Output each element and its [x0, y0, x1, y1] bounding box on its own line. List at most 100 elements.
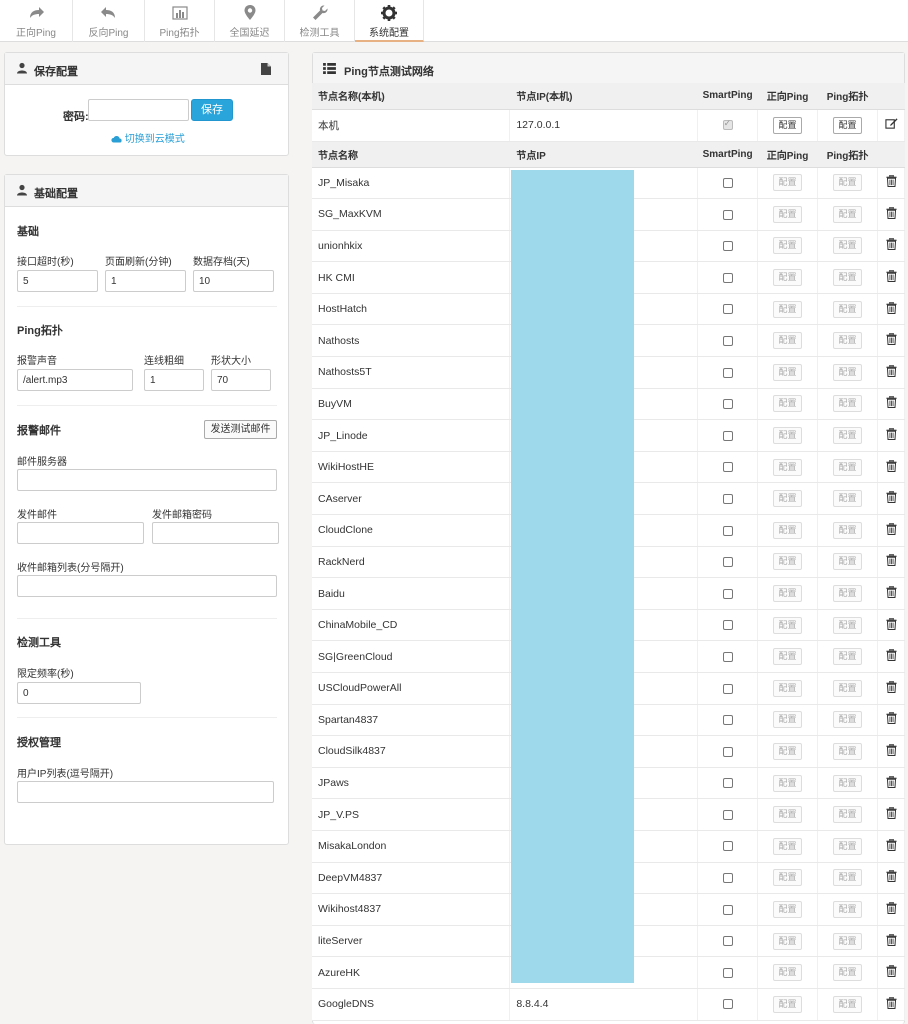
topology-config-button[interactable]: 配置 [833, 995, 863, 1013]
smartping-checkbox[interactable] [722, 430, 733, 441]
forward-ping-config-button[interactable]: 配置 [773, 116, 803, 134]
trash-icon[interactable] [885, 206, 897, 219]
edit-icon[interactable] [884, 117, 898, 130]
smartping-checkbox[interactable] [722, 778, 733, 789]
topology-config-button[interactable]: 配置 [833, 679, 863, 697]
tab-ping-topology[interactable]: Ping拓扑 [145, 0, 215, 42]
forward-ping-config-button[interactable]: 配置 [773, 964, 803, 982]
topology-config-button[interactable]: 配置 [833, 300, 863, 318]
smartping-checkbox[interactable] [722, 841, 733, 852]
smartping-checkbox[interactable] [722, 873, 733, 884]
smartping-checkbox[interactable] [722, 557, 733, 568]
trash-icon[interactable] [885, 364, 897, 377]
forward-ping-config-button[interactable]: 配置 [773, 900, 803, 918]
smartping-checkbox[interactable] [722, 620, 733, 631]
forward-ping-config-button[interactable]: 配置 [773, 553, 803, 571]
forward-ping-config-button[interactable]: 配置 [773, 332, 803, 350]
cloud-mode-link[interactable]: 切换到云模式 [111, 130, 185, 145]
topology-config-button[interactable]: 配置 [833, 900, 863, 918]
refresh-input[interactable] [105, 270, 186, 292]
forward-ping-config-button[interactable]: 配置 [773, 363, 803, 381]
trash-icon[interactable] [885, 712, 897, 725]
topology-config-button[interactable]: 配置 [833, 585, 863, 603]
topology-config-button[interactable]: 配置 [833, 427, 863, 445]
tab-forward-ping[interactable]: 正向Ping [0, 0, 73, 42]
trash-icon[interactable] [885, 775, 897, 788]
alert-sound-input[interactable] [17, 369, 133, 391]
forward-ping-config-button[interactable]: 配置 [773, 837, 803, 855]
trash-icon[interactable] [885, 870, 897, 883]
smartping-checkbox[interactable] [722, 462, 733, 473]
rate-limit-input[interactable] [17, 682, 141, 704]
forward-ping-config-button[interactable]: 配置 [773, 585, 803, 603]
line-width-input[interactable] [144, 369, 204, 391]
trash-icon[interactable] [885, 807, 897, 820]
forward-ping-config-button[interactable]: 配置 [773, 648, 803, 666]
trash-icon[interactable] [885, 175, 897, 188]
trash-icon[interactable] [885, 838, 897, 851]
forward-ping-config-button[interactable]: 配置 [773, 932, 803, 950]
tab-system-config[interactable]: 系统配置 [355, 0, 424, 42]
smartping-checkbox[interactable] [722, 809, 733, 820]
topology-config-button[interactable]: 配置 [833, 458, 863, 476]
forward-ping-config-button[interactable]: 配置 [773, 205, 803, 223]
trash-icon[interactable] [885, 238, 897, 251]
topology-config-button[interactable]: 配置 [833, 964, 863, 982]
smartping-checkbox[interactable] [722, 683, 733, 694]
topology-config-button[interactable]: 配置 [833, 774, 863, 792]
user-ip-input[interactable] [17, 781, 274, 803]
trash-icon[interactable] [885, 617, 897, 630]
send-test-mail-button[interactable]: 发送测试邮件 [204, 420, 277, 439]
save-button[interactable]: 保存 [191, 99, 233, 121]
smartping-checkbox[interactable] [722, 335, 733, 346]
forward-ping-config-button[interactable]: 配置 [773, 995, 803, 1013]
recipients-input[interactable] [17, 575, 277, 597]
topology-config-button[interactable]: 配置 [833, 869, 863, 887]
trash-icon[interactable] [885, 585, 897, 599]
forward-ping-config-button[interactable]: 配置 [773, 458, 803, 476]
forward-ping-config-button[interactable]: 配置 [773, 711, 803, 729]
trash-icon[interactable] [885, 459, 897, 472]
trash-icon[interactable] [885, 649, 897, 662]
smartping-checkbox[interactable] [722, 209, 733, 220]
trash-icon[interactable] [885, 933, 897, 946]
topology-config-button[interactable]: 配置 [833, 742, 863, 760]
topology-config-button[interactable]: 配置 [833, 395, 863, 413]
forward-ping-config-button[interactable]: 配置 [773, 869, 803, 887]
forward-ping-config-button[interactable]: 配置 [773, 774, 803, 792]
sender-input[interactable] [17, 522, 144, 544]
trash-icon[interactable] [885, 743, 897, 756]
topology-config-button[interactable]: 配置 [833, 116, 863, 134]
trash-icon[interactable] [885, 269, 897, 283]
forward-ping-config-button[interactable]: 配置 [773, 679, 803, 697]
forward-ping-config-button[interactable]: 配置 [773, 269, 803, 287]
smartping-checkbox[interactable] [722, 651, 733, 662]
topology-config-button[interactable]: 配置 [833, 932, 863, 950]
topology-config-button[interactable]: 配置 [833, 490, 863, 508]
file-icon[interactable] [261, 63, 271, 75]
trash-icon[interactable] [885, 427, 897, 441]
trash-icon[interactable] [885, 491, 897, 504]
timeout-input[interactable] [17, 270, 98, 292]
shape-size-input[interactable] [211, 369, 271, 391]
smartping-checkbox[interactable] [722, 936, 733, 947]
forward-ping-config-button[interactable]: 配置 [773, 237, 803, 255]
topology-config-button[interactable]: 配置 [833, 521, 863, 539]
trash-icon[interactable] [885, 301, 897, 314]
trash-icon[interactable] [885, 965, 897, 978]
smartping-checkbox[interactable] [722, 999, 733, 1010]
topology-config-button[interactable]: 配置 [833, 205, 863, 223]
smartping-checkbox[interactable] [722, 904, 733, 915]
trash-icon[interactable] [885, 396, 897, 409]
trash-icon[interactable] [885, 901, 897, 914]
tab-national-latency[interactable]: 全国延迟 [215, 0, 285, 42]
forward-ping-config-button[interactable]: 配置 [773, 742, 803, 760]
mail-server-input[interactable] [17, 469, 277, 491]
smartping-checkbox[interactable] [722, 367, 733, 378]
sender-password-input[interactable] [152, 522, 279, 544]
topology-config-button[interactable]: 配置 [833, 237, 863, 255]
topology-config-button[interactable]: 配置 [833, 806, 863, 824]
trash-icon[interactable] [885, 680, 897, 693]
topology-config-button[interactable]: 配置 [833, 363, 863, 381]
forward-ping-config-button[interactable]: 配置 [773, 490, 803, 508]
